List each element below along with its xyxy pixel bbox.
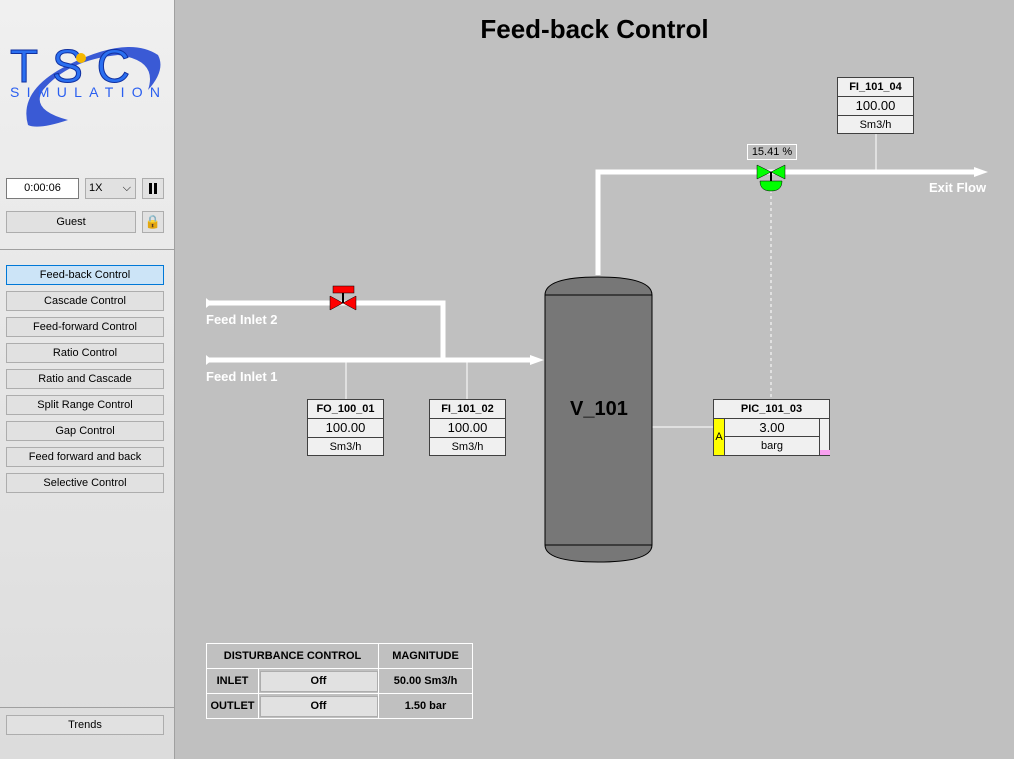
tag-name: FO_100_01	[308, 400, 383, 419]
magnitude-value[interactable]: 1.50 bar	[378, 693, 473, 719]
instrument-fi-101-02[interactable]: FI_101_02 100.00 Sm3/h	[429, 399, 506, 456]
disturbance-table: DISTURBANCE CONTROL MAGNITUDE INLET Off 50.…	[206, 643, 473, 719]
pipe-exit	[595, 169, 978, 275]
output-bar	[819, 419, 830, 455]
arrow-icon	[974, 167, 988, 177]
valve-exit-open	[756, 164, 786, 192]
outlet-disturbance-toggle[interactable]: Off	[259, 695, 378, 717]
inlet-disturbance-toggle[interactable]: Off	[259, 670, 378, 692]
arrow-icon	[530, 355, 544, 365]
tag-value: 100.00	[838, 97, 913, 116]
tag-unit: Sm3/h	[859, 119, 892, 131]
tag-name: FI_101_02	[430, 400, 505, 419]
tag-name: FI_101_04	[838, 78, 913, 97]
vessel-label: V_101	[570, 398, 628, 420]
tag-unit: Sm3/h	[451, 441, 484, 453]
tag-value: 3.00	[725, 419, 819, 437]
instrument-fi-101-04[interactable]: FI_101_04 100.00 Sm3/h	[837, 77, 914, 134]
stream-label-inlet-1: Feed Inlet 1	[206, 369, 278, 384]
mode-indicator: A	[714, 419, 725, 455]
tag-value: 100.00	[308, 419, 383, 438]
tag-unit: barg	[760, 440, 784, 452]
stream-label-inlet-2: Feed Inlet 2	[206, 312, 278, 327]
stream-label-exit: Exit Flow	[929, 180, 987, 195]
valve-output-readout: 15.41 %	[747, 144, 797, 160]
tag-value: 100.00	[430, 419, 505, 438]
header-magnitude: MAGNITUDE	[378, 643, 473, 669]
header-disturbance: DISTURBANCE CONTROL	[206, 643, 379, 669]
controller-pic-101-03[interactable]: PIC_101_03 A 3.00 barg	[713, 399, 830, 456]
tag-name: PIC_101_03	[714, 400, 829, 419]
instrument-fo-100-01[interactable]: FO_100_01 100.00 Sm3/h	[307, 399, 384, 456]
valve-inlet-2-closed	[329, 285, 357, 311]
magnitude-value[interactable]: 50.00 Sm3/h	[378, 668, 473, 694]
row-label: INLET	[206, 668, 259, 694]
row-label: OUTLET	[206, 693, 259, 719]
tag-unit: Sm3/h	[329, 441, 362, 453]
